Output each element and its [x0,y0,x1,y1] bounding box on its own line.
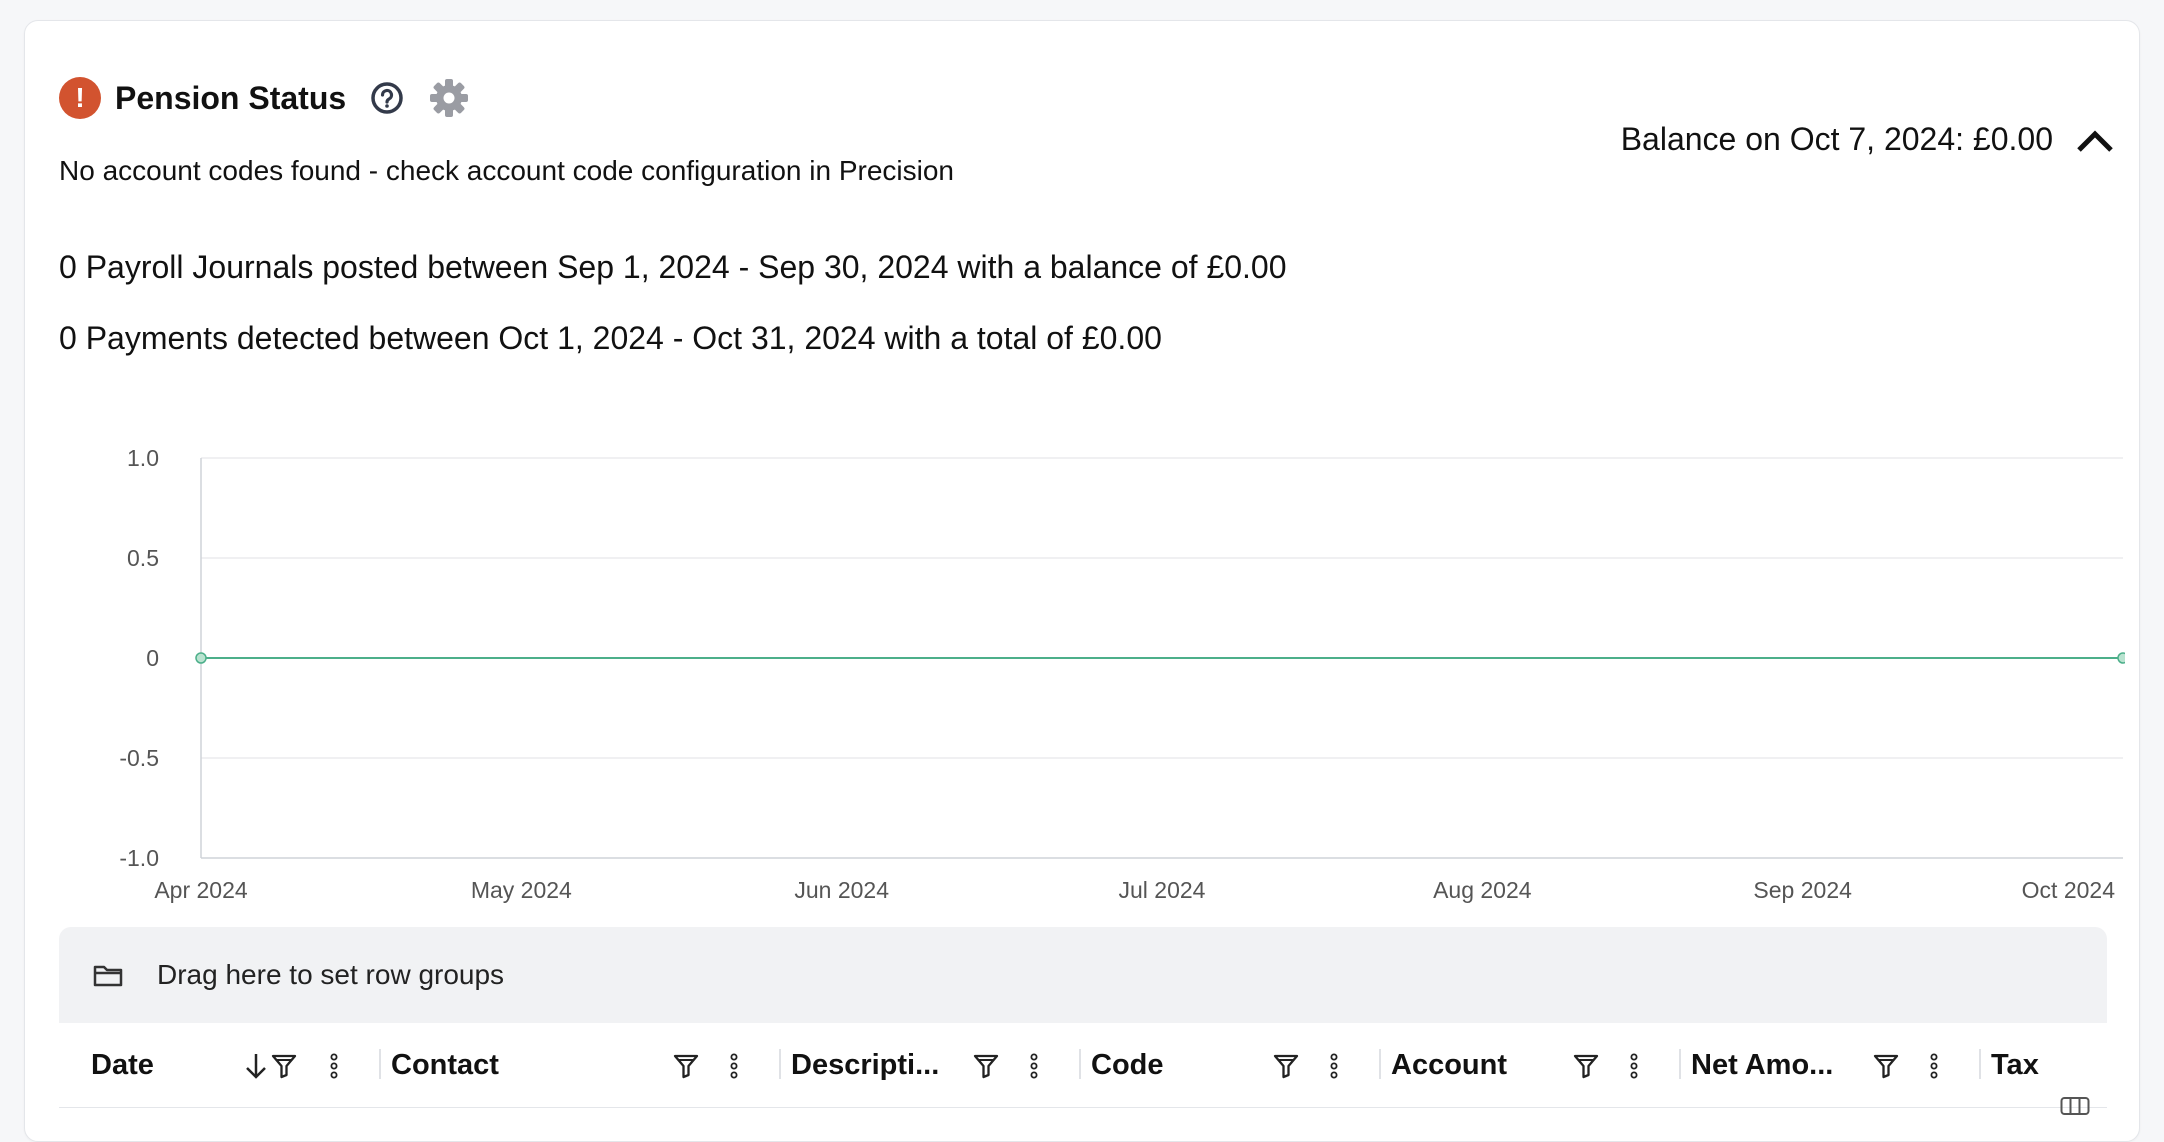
y-tick-label: -0.5 [119,745,159,771]
column-label: Contact [391,1048,499,1081]
x-tick-label: Aug 2024 [1433,877,1532,903]
row-group-panel[interactable]: Drag here to set row groups [59,927,2107,1023]
column-separator[interactable] [1679,1049,1681,1079]
column-separator[interactable] [379,1049,381,1079]
column-header-date[interactable]: Date [91,1023,154,1107]
menu-dots-icon[interactable] [321,1052,347,1080]
filter-icon[interactable] [1873,1052,1899,1080]
card-header: ! Pension Status [59,77,470,119]
y-tick-label: 0 [146,645,159,671]
row-group-placeholder: Drag here to set row groups [157,959,505,990]
x-tick-label: Jun 2024 [794,877,889,903]
x-tick-label: Oct 2024 [2022,877,2116,903]
y-tick-label: 1.0 [127,445,159,471]
column-separator[interactable] [1079,1049,1081,1079]
column-header-tax[interactable]: Tax [1991,1023,2039,1107]
column-label: Tax [1991,1048,2039,1081]
journals-summary: 0 Payroll Journals posted between Sep 1,… [59,249,1287,285]
balance-label: Balance on Oct 7, 2024: £0.00 [1620,121,2053,157]
menu-dots-icon[interactable] [1021,1052,1047,1080]
columns-icon[interactable] [2060,1094,2090,1116]
menu-dots-icon[interactable] [1621,1052,1647,1080]
column-header-code[interactable]: Code [1091,1023,1164,1107]
gear-icon[interactable] [428,77,470,119]
column-header-contact[interactable]: Contact [391,1023,499,1107]
balance-chart: 1.0 0.5 0 -0.5 -1.0 Apr 2024 May 2024 Jun 2024 J… [119,445,2125,903]
menu-dots-icon[interactable] [1321,1052,1347,1080]
menu-dots-icon[interactable] [721,1052,747,1080]
card-title: Pension Status [115,79,347,116]
column-label: Net Amo... [1691,1048,1834,1081]
x-tick-label: May 2024 [471,877,572,903]
x-tick-label: Sep 2024 [1753,877,1852,903]
sort-desc-icon[interactable] [243,1052,269,1080]
y-tick-label: 0.5 [127,545,159,571]
chevron-up-icon [2077,130,2113,152]
column-header-description[interactable]: Descripti... [791,1023,939,1107]
filter-icon[interactable] [1573,1052,1599,1080]
collapse-button[interactable] [2073,123,2117,159]
filter-icon[interactable] [271,1052,297,1080]
column-label: Descripti... [791,1048,940,1081]
column-label: Code [1091,1048,1164,1081]
column-header-account[interactable]: Account [1391,1023,1507,1107]
filter-icon[interactable] [973,1052,999,1080]
column-separator[interactable] [1379,1049,1381,1079]
x-tick-label: Apr 2024 [154,877,248,903]
column-separator[interactable] [779,1049,781,1079]
exclamation-icon: ! [59,77,101,119]
pension-status-card: ! Pension Status No account codes found … [24,20,2140,1142]
x-tick-label: Jul 2024 [1119,877,1206,903]
filter-icon[interactable] [673,1052,699,1080]
column-label: Account [1391,1048,1507,1081]
folder-icon [93,962,123,988]
table-header-row: Date Contact Descripti... Code Account N… [59,1023,2107,1108]
help-icon[interactable] [370,81,404,115]
payments-summary: 0 Payments detected between Oct 1, 2024 … [59,320,1162,356]
column-header-net-amount[interactable]: Net Amo... [1691,1023,1833,1107]
y-tick-label: -1.0 [119,845,159,871]
column-separator[interactable] [1979,1049,1981,1079]
config-warning-text: No account codes found - check account c… [59,155,954,186]
column-label: Date [91,1048,154,1081]
menu-dots-icon[interactable] [1921,1052,1947,1080]
data-point [2117,652,2125,664]
data-point [195,652,207,664]
filter-icon[interactable] [1273,1052,1299,1080]
